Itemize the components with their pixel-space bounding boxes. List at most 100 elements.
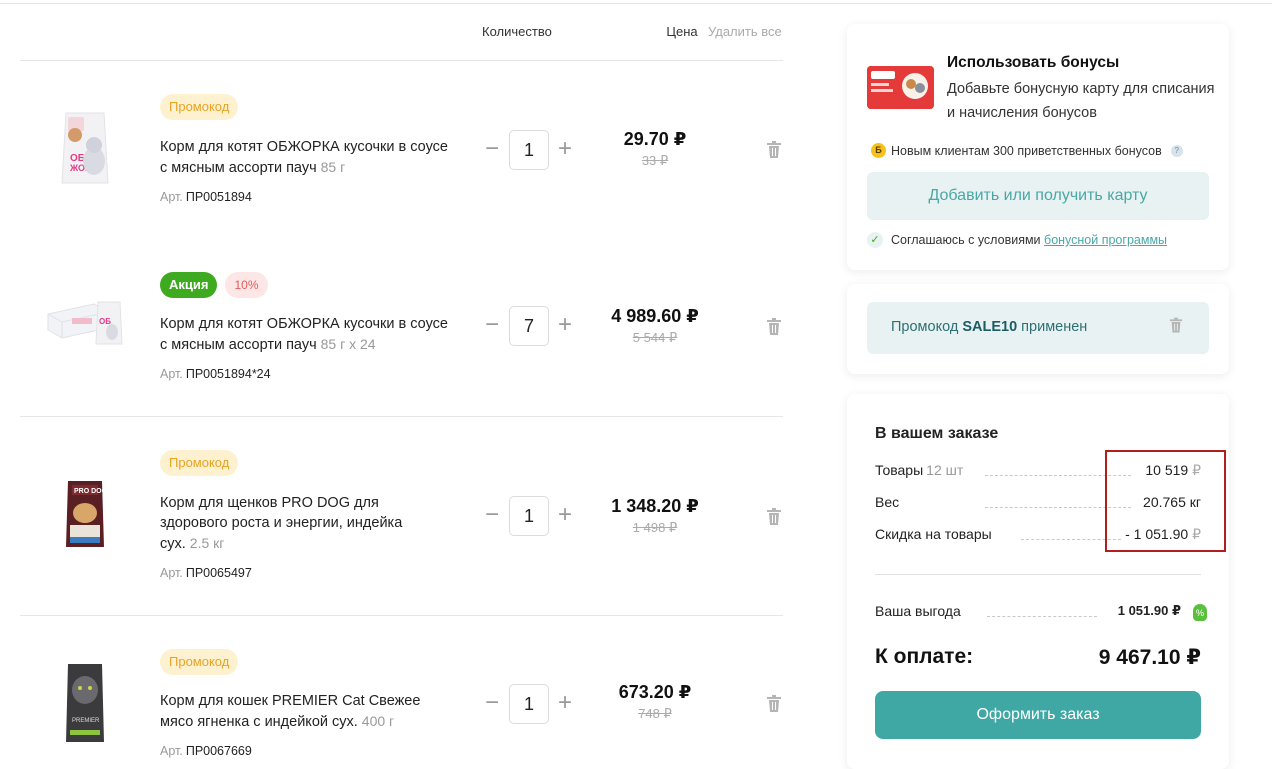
cart-item: PRO DOG Промокод Корм для щенков PRO DOG…	[20, 417, 783, 616]
summary-divider	[875, 574, 1201, 575]
total-row: К оплате: 9 467.10 ₽	[875, 645, 1201, 669]
bonus-program-link[interactable]: бонусной программы	[1044, 233, 1167, 247]
old-price: 5 544 ₽	[632, 330, 678, 345]
price-block: 1 348.20 ₽ 1 498 ₽	[588, 496, 722, 536]
old-price: 1 498 ₽	[632, 520, 678, 535]
quantity-stepper: − 7 +	[482, 306, 578, 346]
cart-header: Количество Цена Удалить все	[20, 0, 783, 61]
welcome-bonus-text: Новым клиентам 300 приветственных бонусо…	[891, 143, 1162, 158]
sku-value: ПР0051894	[185, 190, 252, 204]
badge-group: Промокод	[160, 649, 239, 675]
agree-checkbox[interactable]: ✓	[867, 232, 883, 248]
badge-group: Промокод	[160, 450, 239, 476]
trash-icon[interactable]	[766, 141, 782, 159]
current-price: 29.70 ₽	[623, 129, 687, 149]
promo-badge: Промокод	[160, 94, 239, 120]
product-image[interactable]: PRO DOG	[42, 473, 128, 559]
promo-badge: Промокод	[160, 649, 239, 675]
promo-prefix: Промокод	[891, 319, 959, 335]
quantity-stepper: − 1 +	[482, 496, 578, 536]
current-price: 673.20 ₽	[618, 682, 692, 702]
quantity-field[interactable]: 7	[509, 306, 549, 346]
product-image[interactable]: ОБ	[42, 284, 128, 370]
goods-count: 12 шт	[926, 462, 964, 478]
product-title[interactable]: Корм для котят ОБЖОРКА кусочки в соусе с…	[160, 139, 448, 176]
decrease-qty-button[interactable]: −	[482, 691, 502, 716]
total-value: 9 467.10 ₽	[1098, 646, 1201, 669]
price-block: 673.20 ₽ 748 ₽	[588, 682, 722, 722]
badge-group: Акция 10%	[160, 272, 268, 298]
bonus-agreement: ✓ Соглашаюсь с условиями бонусной програ…	[867, 232, 1167, 248]
product-name[interactable]: Корм для щенков PRO DOG для здорового ро…	[160, 493, 450, 554]
product-weight: 400 г	[361, 713, 395, 729]
quantity-field[interactable]: 1	[509, 496, 549, 536]
discount-badge: 10%	[225, 272, 268, 298]
sku-value: ПР0065497	[185, 566, 252, 580]
product-name[interactable]: Корм для котят ОБЖОРКА кусочки в соусе с…	[160, 137, 450, 178]
quantity-stepper: − 1 +	[482, 684, 578, 724]
discount-label: Скидка на товары	[875, 526, 992, 542]
product-image[interactable]: PREMIER	[42, 662, 128, 748]
product-weight: 85 г х 24	[320, 336, 376, 352]
product-image[interactable]: ОБ ЖОР	[42, 105, 128, 191]
cart-item: ОБ Акция 10% Корм для котят ОБЖОРКА кусо…	[20, 242, 783, 417]
increase-qty-button[interactable]: +	[555, 137, 575, 162]
weight-label: Вес	[875, 494, 900, 510]
checkout-button[interactable]: Оформить заказ	[875, 691, 1201, 739]
current-price: 1 348.20 ₽	[611, 496, 699, 516]
price-block: 29.70 ₽ 33 ₽	[588, 129, 722, 169]
order-title: В вашем заказе	[875, 425, 999, 442]
order-summary: В вашем заказе Товары 12 шт 10 519 ₽ Вес …	[847, 394, 1229, 769]
applied-promo: Промокод SALE10 применен	[867, 302, 1209, 354]
svg-text:PREMIER: PREMIER	[72, 718, 100, 724]
badge-group: Промокод	[160, 94, 239, 120]
current-price: 4 989.60 ₽	[611, 306, 699, 326]
help-icon[interactable]: ?	[1170, 144, 1183, 157]
product-sku: Арт. ПР0065497	[160, 566, 252, 580]
delete-all-link[interactable]: Удалить все	[708, 24, 782, 39]
highlight-box	[1105, 450, 1226, 552]
trash-icon[interactable]	[766, 695, 782, 713]
increase-qty-button[interactable]: +	[555, 503, 575, 528]
product-weight: 2.5 кг	[189, 535, 225, 551]
product-weight: 85 г	[320, 159, 346, 175]
trash-icon[interactable]	[766, 318, 782, 336]
quantity-stepper: − 1 +	[482, 130, 578, 170]
cart-item: PREMIER Промокод Корм для кошек PREMIER …	[20, 616, 783, 769]
sku-label: Арт.	[160, 566, 183, 580]
qty-column-header: Количество	[482, 24, 552, 39]
quantity-field[interactable]: 1	[509, 684, 549, 724]
add-card-button[interactable]: Добавить или получить карту	[867, 172, 1209, 220]
product-name[interactable]: Корм для котят ОБЖОРКА кусочки в соусе с…	[160, 314, 450, 355]
old-price: 748 ₽	[638, 706, 672, 721]
remove-promo-icon[interactable]	[1169, 317, 1183, 334]
promo-badge: Промокод	[160, 450, 239, 476]
bonus-description: Добавьте бонусную карту для списания и н…	[947, 81, 1215, 121]
benefit-label: Ваша выгода	[875, 603, 961, 619]
welcome-bonus-note: Б Новым клиентам 300 приветственных бону…	[871, 143, 1183, 158]
bonus-card: Использовать бонусы Добавьте бонусную ка…	[847, 24, 1229, 270]
product-sku: Арт. ПР0051894	[160, 190, 252, 204]
product-title[interactable]: Корм для котят ОБЖОРКА кусочки в соусе с…	[160, 316, 448, 353]
decrease-qty-button[interactable]: −	[482, 137, 502, 162]
agree-label: Соглашаюсь с условиями	[891, 233, 1041, 247]
increase-qty-button[interactable]: +	[555, 313, 575, 338]
svg-text:ОБ: ОБ	[99, 317, 111, 326]
quantity-field[interactable]: 1	[509, 130, 549, 170]
product-sku: Арт. ПР0051894*24	[160, 367, 271, 381]
sku-label: Арт.	[160, 367, 183, 381]
promo-suffix: применен	[1021, 319, 1088, 335]
benefit-value: 1 051.90 ₽	[1117, 603, 1181, 618]
price-block: 4 989.60 ₽ 5 544 ₽	[588, 306, 722, 346]
increase-qty-button[interactable]: +	[555, 691, 575, 716]
summary-row-benefit: Ваша выгода 1 051.90 ₽ %	[875, 603, 1207, 623]
dotted-leader	[987, 616, 1097, 617]
product-name[interactable]: Корм для кошек PREMIER Cat Свежее мясо я…	[160, 691, 450, 732]
old-price: 33 ₽	[641, 153, 669, 168]
trash-icon[interactable]	[766, 508, 782, 526]
decrease-qty-button[interactable]: −	[482, 503, 502, 528]
decrease-qty-button[interactable]: −	[482, 313, 502, 338]
total-label: К оплате:	[875, 645, 974, 668]
goods-label: Товары 12 шт	[875, 462, 964, 478]
cart-item: ОБ ЖОР Промокод Корм для котят ОБЖОРКА к…	[20, 62, 783, 242]
